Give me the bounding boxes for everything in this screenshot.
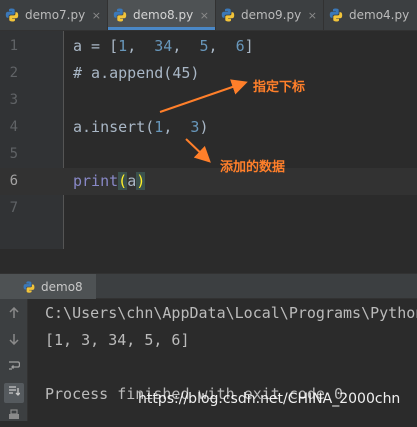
tab-demo8[interactable]: demo8.py ×: [108, 0, 216, 30]
data-annotation: 添加的数据: [220, 160, 286, 175]
tab-label: demo9.py: [241, 8, 302, 22]
close-icon[interactable]: ×: [92, 9, 101, 22]
python-file-icon: [23, 280, 35, 293]
code-editor[interactable]: 1 a = [1, 34, 5, 6] 2 # a.append(45) 3 4…: [0, 31, 417, 249]
run-header: demo8: [0, 273, 417, 299]
index-annotation: 指定下标: [253, 80, 306, 95]
scroll-to-end-icon[interactable]: [4, 383, 24, 403]
index-arrow: [159, 79, 248, 113]
print-icon[interactable]: [4, 407, 24, 427]
arrow-up-icon[interactable]: [4, 305, 24, 325]
annotation-arrows: [159, 79, 248, 163]
python-file-icon: [329, 8, 343, 22]
run-tab-label: demo8: [41, 279, 83, 294]
arrow-down-icon[interactable]: [4, 331, 24, 351]
tab-demo7[interactable]: demo7.py ×: [0, 0, 108, 30]
watermark: https://blog.csdn.net/CHINA_2000chn: [138, 391, 401, 407]
output-line: C:\Users\chn\AppData\Local\Programs\Pyth…: [45, 304, 417, 322]
python-file-icon: [5, 8, 19, 22]
tab-label: demo7.py: [25, 8, 86, 22]
python-file-icon: [113, 8, 127, 22]
editor-tab-bar: demo7.py × demo8.py × demo9.py × demo4.p…: [0, 0, 417, 31]
tab-demo4[interactable]: demo4.py ×: [324, 0, 417, 30]
data-arrow: [185, 138, 211, 163]
soft-wrap-icon[interactable]: [4, 357, 24, 377]
close-icon[interactable]: ×: [308, 9, 317, 22]
tab-demo9[interactable]: demo9.py ×: [216, 0, 324, 30]
tab-label: demo8.py: [133, 8, 194, 22]
run-toolbar: [0, 299, 28, 421]
python-file-icon: [221, 8, 235, 22]
run-tab-demo8[interactable]: demo8: [0, 274, 96, 299]
tab-label: demo4.py: [349, 8, 410, 22]
close-icon[interactable]: ×: [200, 9, 209, 22]
output-line: [1, 3, 34, 5, 6]: [45, 331, 190, 349]
